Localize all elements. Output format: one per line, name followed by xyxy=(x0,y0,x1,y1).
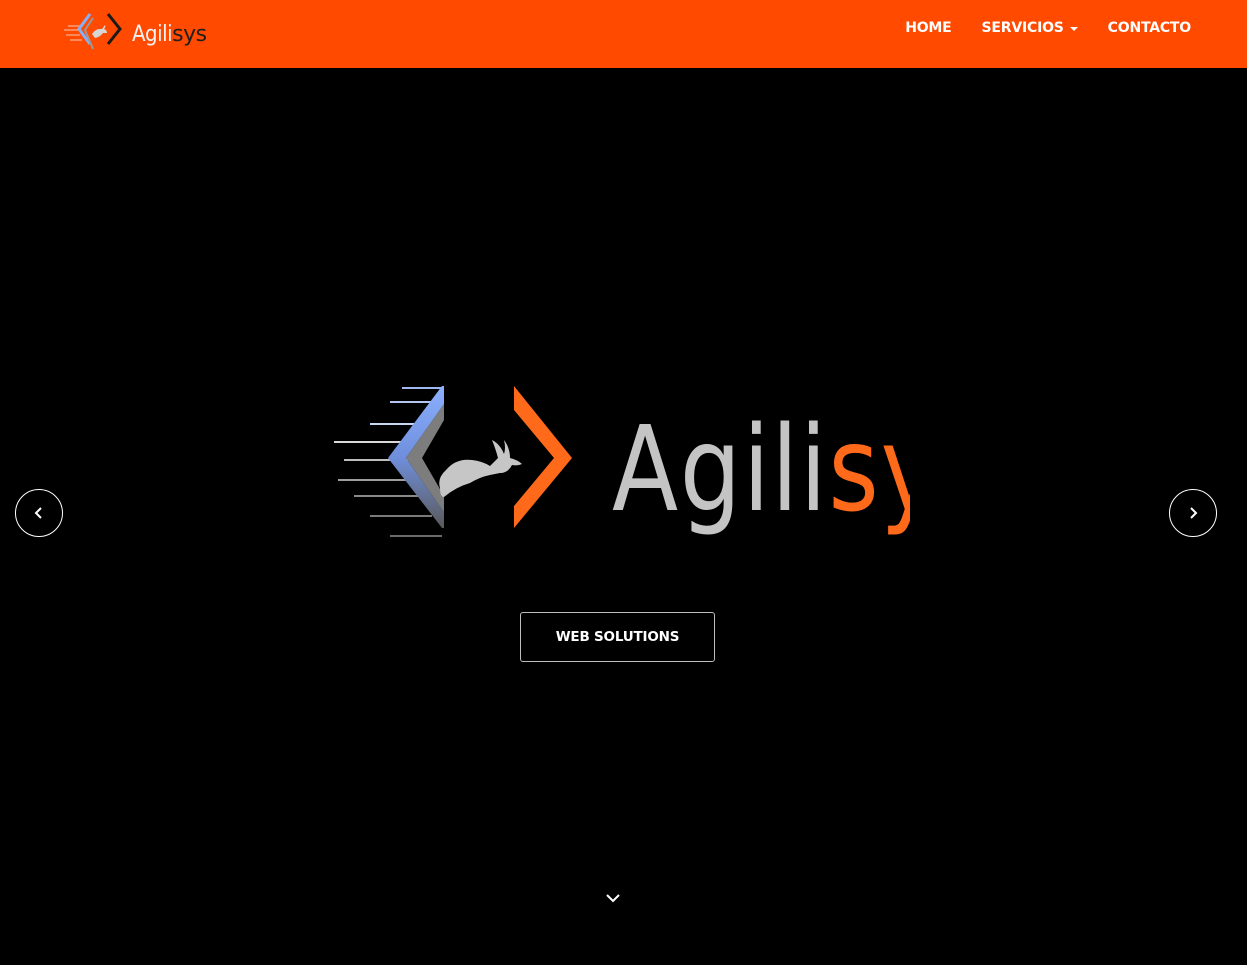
nav-servicios-dropdown[interactable]: SERVICIOS xyxy=(982,20,1078,36)
agilisys-logo-icon: Agilisys xyxy=(64,13,207,50)
brand-text-dark: sys xyxy=(172,22,206,47)
agilisys-hero-logo-icon: Agilisys xyxy=(334,386,910,539)
hero-logo-text-grey: Agili xyxy=(612,402,828,539)
main-nav: HOME SERVICIOS CONTACTO xyxy=(875,0,1191,56)
chevron-right-icon xyxy=(1190,507,1198,519)
top-navbar: Agilisys HOME SERVICIOS CONTACTO xyxy=(0,0,1247,68)
web-solutions-label: WEB SOLUTIONS xyxy=(555,629,680,645)
brand-text-light: Agili xyxy=(132,22,172,47)
nav-home[interactable]: HOME xyxy=(905,20,952,36)
caret-down-icon xyxy=(1069,27,1078,31)
web-solutions-button[interactable]: WEB SOLUTIONS xyxy=(520,612,715,662)
nav-contacto-label: CONTACTO xyxy=(1107,20,1192,36)
scroll-down-button[interactable] xyxy=(604,889,622,907)
svg-text:Agilisys: Agilisys xyxy=(612,402,910,539)
nav-servicios-label: SERVICIOS xyxy=(981,20,1064,36)
carousel-next-button[interactable] xyxy=(1169,489,1217,537)
brand-logo[interactable]: Agilisys xyxy=(62,8,212,58)
nav-contacto[interactable]: CONTACTO xyxy=(1107,20,1192,36)
chevron-down-icon xyxy=(606,894,620,903)
nav-home-label: HOME xyxy=(905,20,952,36)
carousel-prev-button[interactable] xyxy=(15,489,63,537)
chevron-left-icon xyxy=(34,507,42,519)
hero-logo-text-orange: sys xyxy=(828,402,910,539)
hero-logo: Agilisys xyxy=(330,380,910,550)
svg-text:Agilisys: Agilisys xyxy=(132,22,207,47)
